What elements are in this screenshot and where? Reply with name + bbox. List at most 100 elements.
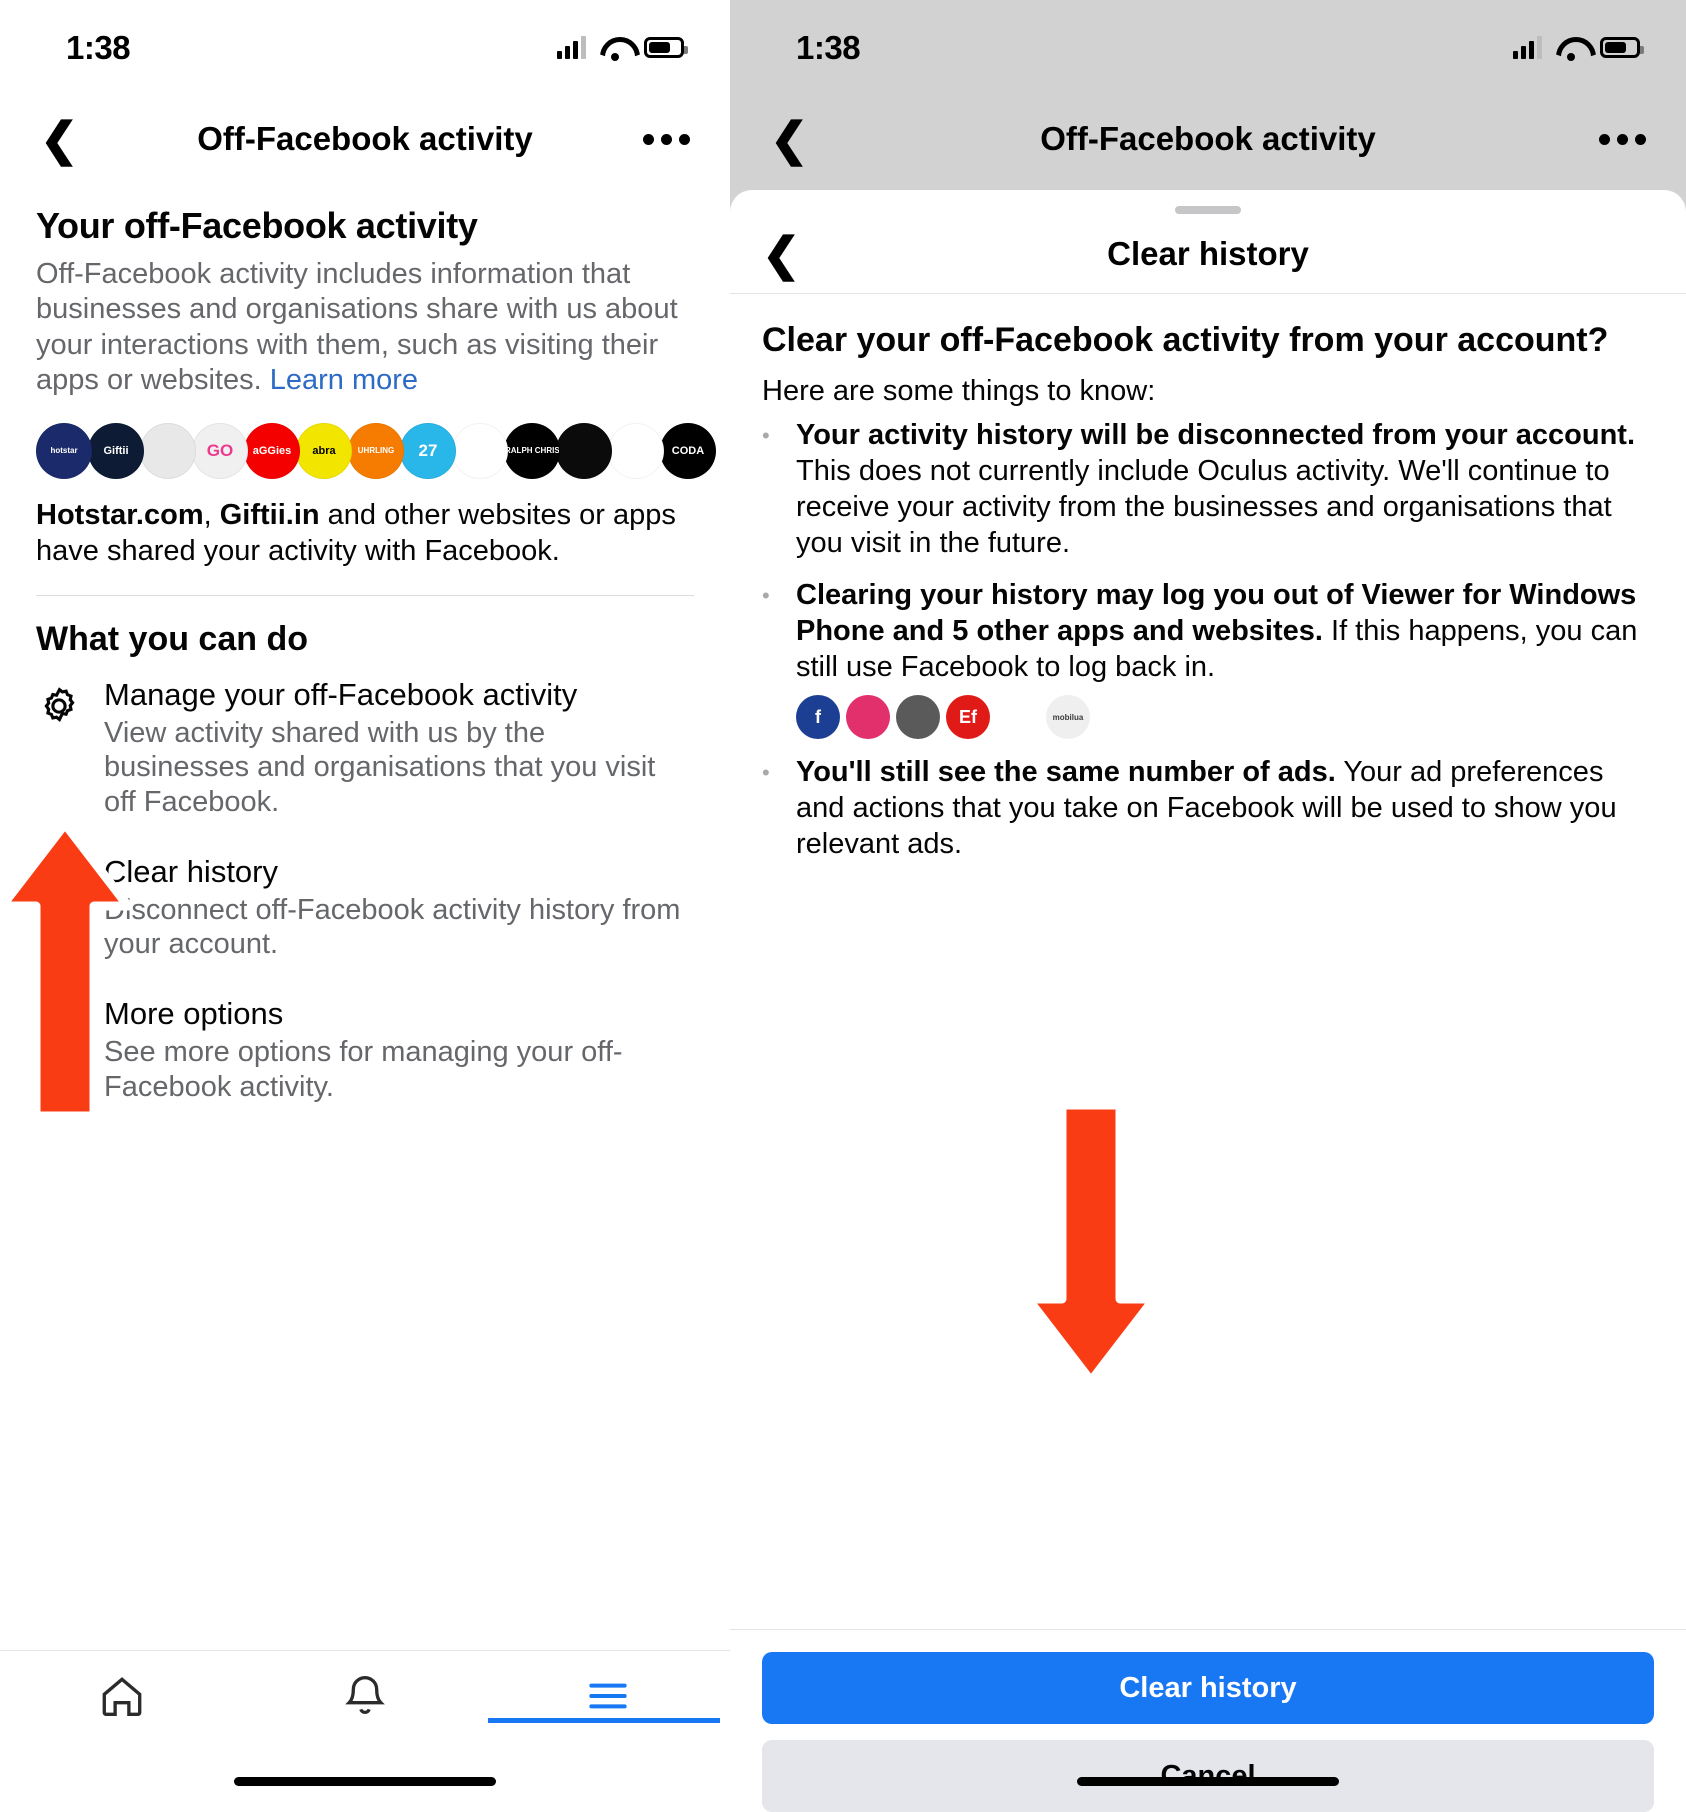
things-to-know-item: •You'll still see the same number of ads…	[762, 755, 1654, 863]
business-icon-label: 27	[419, 441, 438, 461]
section-title: Your off-Facebook activity	[36, 205, 694, 247]
things-to-know-content: Clearing your history may log you out of…	[796, 578, 1654, 740]
option-clear-desc: Disconnect off-Facebook activity history…	[104, 893, 694, 963]
business-icon-aggies: aGGies	[244, 423, 300, 479]
things-to-know-bold: You'll still see the same number of ads.	[796, 756, 1336, 788]
business-icon-wise: 27	[400, 423, 456, 479]
facebook-app-icon: f	[796, 695, 840, 739]
right-status-bar: 1:38	[730, 0, 1686, 95]
home-indicator	[234, 1777, 496, 1786]
grey-camera-icon	[896, 695, 940, 739]
mobilua-icon: mobilua	[1046, 695, 1090, 739]
business-icon-uhrling: UHRLING	[348, 423, 404, 479]
option-manage-desc: View activity shared with us by the busi…	[104, 716, 694, 820]
things-to-know-content: Your activity history will be disconnect…	[796, 418, 1654, 562]
page-title: Off-Facebook activity	[730, 120, 1686, 158]
things-to-know-rest: This does not currently include Oculus a…	[796, 455, 1612, 559]
left-content: Your off-Facebook activity Off-Facebook …	[0, 183, 730, 1105]
gear-icon	[36, 677, 84, 820]
business-icon-row: hotstar Giftii GO aGGies abra UHRLING 27 RALPH …	[36, 423, 694, 479]
status-icon-group	[1513, 37, 1640, 59]
sheet-title: Clear history	[730, 235, 1686, 273]
things-to-know-text: You'll still see the same number of ads.…	[796, 755, 1654, 863]
status-icon-group	[557, 37, 684, 59]
what-you-can-do-heading: What you can do	[36, 620, 694, 659]
battery-icon	[644, 37, 684, 58]
back-button[interactable]: ❮	[40, 116, 90, 162]
business-icon-label: hotstar	[50, 446, 77, 455]
business-icon-swirl	[140, 423, 196, 479]
more-options-icon[interactable]	[1599, 134, 1646, 145]
things-to-know-item: •Clearing your history may log you out o…	[762, 578, 1654, 740]
shared-sep: ,	[204, 499, 220, 531]
menu-tab[interactable]	[487, 1671, 730, 1721]
business-icon-phone-red	[608, 423, 664, 479]
option-more-options[interactable]: More options See more options for managi…	[36, 996, 694, 1104]
business-icon-giftii: Giftii	[88, 423, 144, 479]
sheet-grabber[interactable]	[1175, 206, 1241, 214]
battery-icon	[1600, 37, 1640, 58]
home-indicator	[1077, 1777, 1339, 1786]
option-clear-title: Clear history	[104, 854, 694, 890]
things-to-know-item: •Your activity history will be disconnec…	[762, 418, 1654, 562]
option-manage-activity[interactable]: Manage your off-Facebook activity View a…	[36, 677, 694, 820]
sheet-heading: Clear your off-Facebook activity from yo…	[762, 320, 1654, 361]
section-description: Off-Facebook activity includes informati…	[36, 257, 694, 399]
sheet-nav-bar: ❮ Clear history	[730, 214, 1686, 294]
learn-more-link[interactable]: Learn more	[270, 364, 418, 396]
instagram-camera-icon	[846, 695, 890, 739]
four-color-pinwheel-icon	[996, 695, 1040, 739]
things-to-know-bold: Your activity history will be disconnect…	[796, 419, 1635, 451]
things-to-know-list: • Your activity history will be disconnec…	[762, 418, 1654, 864]
business-icon-label: CODA	[672, 445, 704, 457]
business-icon-stripes	[452, 423, 508, 479]
business-icon-blue-circle	[556, 423, 612, 479]
back-button[interactable]: ❮	[770, 116, 820, 162]
right-nav-bar: ❮ Off-Facebook activity	[730, 95, 1686, 183]
divider	[36, 595, 694, 596]
things-to-know-text: Clearing your history may log you out of…	[796, 578, 1654, 686]
option-more-desc: See more options for managing your off-F…	[104, 1035, 694, 1105]
clear-history-button[interactable]: Clear history	[762, 1652, 1654, 1724]
option-more-body: More options See more options for managi…	[104, 996, 694, 1104]
right-phone-screen: 1:38 ❮ Off-Facebook activity ❮ Clear his…	[730, 0, 1686, 1812]
sheet-intro: Here are some things to know:	[762, 375, 1654, 408]
shared-brand-1: Hotstar.com	[36, 499, 204, 531]
more-dots-icon	[36, 996, 84, 1104]
cellular-bars-icon	[557, 37, 586, 59]
things-to-know-text: Your activity history will be disconnect…	[796, 418, 1654, 562]
shared-activity-text: Hotstar.com, Giftii.in and other website…	[36, 497, 694, 570]
more-options-icon[interactable]	[643, 134, 690, 145]
sheet-back-button[interactable]: ❮	[762, 231, 812, 277]
status-time: 1:38	[66, 29, 130, 67]
business-icon-label: GO	[207, 441, 233, 461]
option-more-title: More options	[104, 996, 694, 1032]
option-manage-body: Manage your off-Facebook activity View a…	[104, 677, 694, 820]
shared-brand-2: Giftii.in	[220, 499, 320, 531]
business-icon-label: UHRLING	[358, 446, 394, 455]
clear-history-x-icon	[36, 854, 84, 962]
sheet-body: Clear your off-Facebook activity from yo…	[730, 294, 1686, 863]
bullet-dot-icon: •	[762, 578, 770, 740]
bottom-tab-bar	[0, 1650, 730, 1740]
business-icon-hotstar: hotstar	[36, 423, 92, 479]
business-icon-coda: CODA	[660, 423, 716, 479]
left-phone-screen: 1:38 ❮ Off-Facebook activity Your off-Fa…	[0, 0, 730, 1812]
notifications-tab[interactable]	[243, 1671, 486, 1721]
home-tab[interactable]	[0, 1671, 243, 1721]
cancel-button[interactable]: Cancel	[762, 1740, 1654, 1812]
option-manage-title: Manage your off-Facebook activity	[104, 677, 694, 713]
ef-red-icon: Ef	[946, 695, 990, 739]
option-clear-body: Clear history Disconnect off-Facebook ac…	[104, 854, 694, 962]
clear-history-sheet: ❮ Clear history Clear your off-Facebook …	[730, 190, 1686, 1812]
affected-apps-icon-row: f Ef mobilua	[796, 695, 1654, 739]
business-icon-ralph-christian: RALPH CHRISTIAN	[504, 423, 560, 479]
left-nav-bar: ❮ Off-Facebook activity	[0, 95, 730, 183]
wifi-icon	[1556, 37, 1586, 59]
cellular-bars-icon	[1513, 37, 1542, 59]
business-icon-label: aGGies	[253, 445, 292, 457]
business-icon-label: abra	[312, 445, 335, 457]
business-icon-abra: abra	[296, 423, 352, 479]
status-time: 1:38	[796, 29, 860, 67]
option-clear-history[interactable]: Clear history Disconnect off-Facebook ac…	[36, 854, 694, 962]
